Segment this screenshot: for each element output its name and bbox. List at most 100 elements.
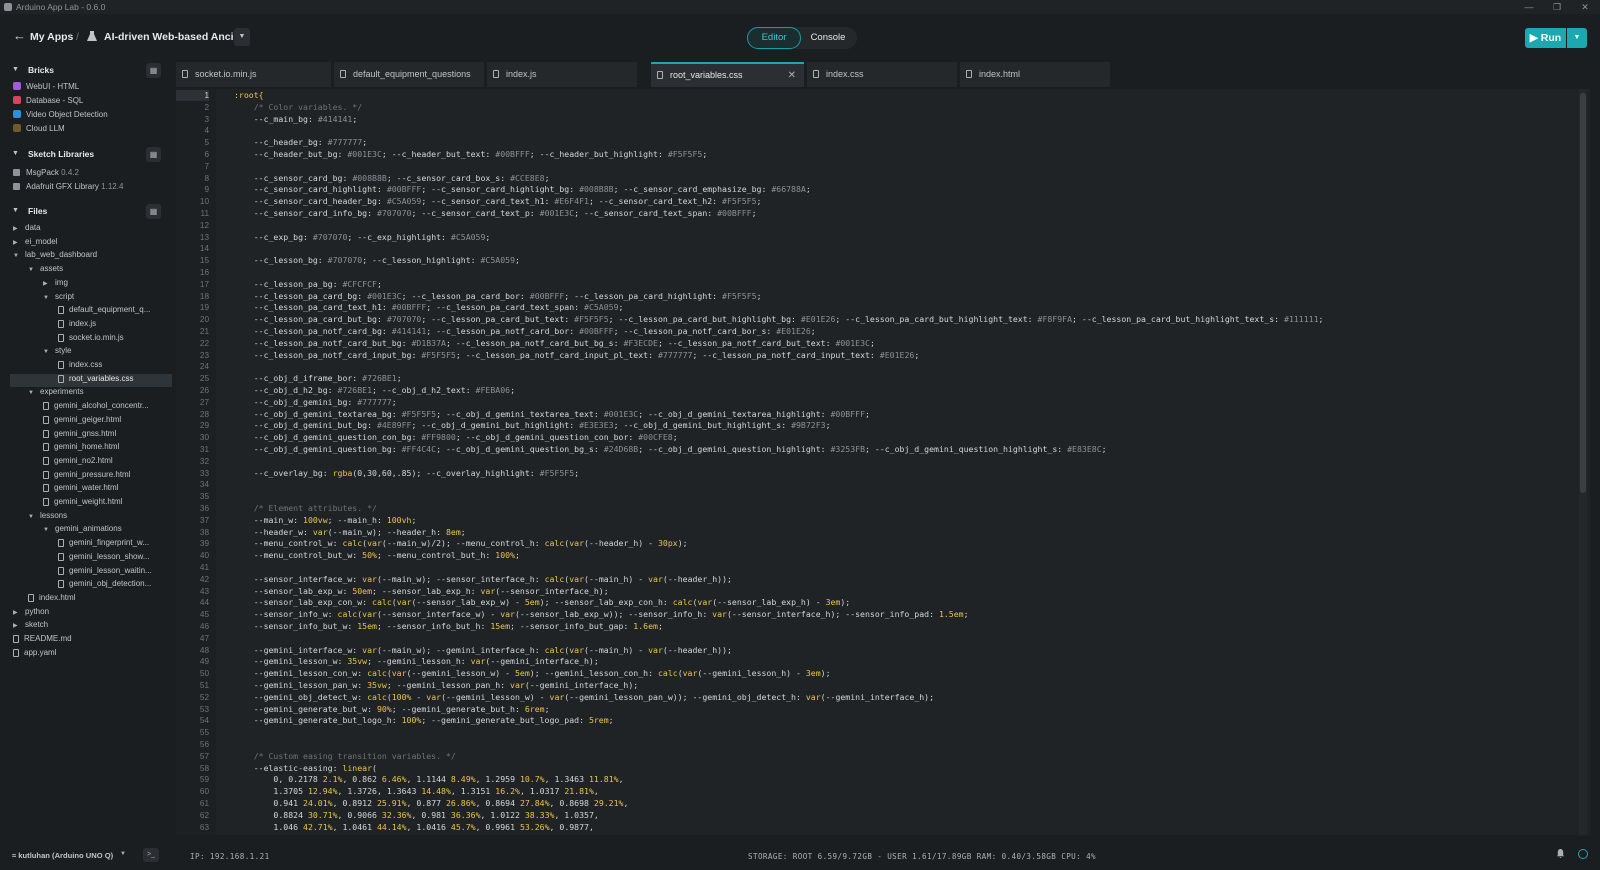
files-section-header[interactable]: ▼ Files ▦ bbox=[0, 204, 172, 221]
file-tree-folder[interactable]: ▼ experiments bbox=[28, 387, 84, 400]
code-line[interactable]: --c_lesson_pa_notf_card_input_bg: #F5F5F… bbox=[234, 350, 920, 362]
code-line[interactable]: --c_lesson_pa_card_but_bg: #707070; --c_… bbox=[234, 314, 1324, 326]
code-line[interactable]: --c_sensor_card_highlight: #00BFFF; --c_… bbox=[234, 184, 811, 196]
file-tree-folder[interactable]: ▼ gemini_animations bbox=[43, 524, 122, 537]
file-tree-file[interactable]: root_variables.css bbox=[10, 373, 172, 387]
libraries-section-header[interactable]: ▼ Sketch Libraries ▦ bbox=[0, 147, 172, 164]
my-apps-link[interactable]: My Apps bbox=[30, 31, 73, 43]
file-tree-file[interactable]: gemini_home.html bbox=[43, 442, 119, 455]
code-line[interactable]: --c_obj_d_h2_bg: #726BE1; --c_obj_d_h2_t… bbox=[234, 385, 515, 397]
code-line[interactable]: --main_w: 100vw; --main_h: 100vh; bbox=[234, 515, 417, 527]
minimize-icon[interactable]: — bbox=[1515, 0, 1543, 14]
code-line[interactable]: --gemini_lesson_pan_w: 35vw; --gemini_le… bbox=[234, 680, 639, 692]
code-line[interactable]: --c_obj_d_gemini_question_bg: #FF4C4C; -… bbox=[234, 444, 1107, 456]
file-tree-file[interactable]: README.md bbox=[13, 634, 72, 647]
file-tree-file[interactable]: gemini_no2.html bbox=[43, 456, 113, 469]
tab-index-js[interactable]: index.js bbox=[487, 62, 637, 87]
code-line[interactable]: --sensor_lab_exp_con_w: calc(var(--senso… bbox=[234, 597, 851, 609]
file-tree-file[interactable]: index.html bbox=[28, 593, 75, 606]
code-line[interactable]: --header_w: var(--main_w); --header_h: 8… bbox=[234, 527, 466, 539]
code-line[interactable]: --gemini_generate_but_w: 90%; --gemini_g… bbox=[234, 704, 550, 716]
code-editor[interactable]: 1 2 3 4 5 6 7 8 9 10 11 12 13 14 15 16 17 18 19 20 21 22 23 24 2… bbox=[176, 89, 1590, 835]
tab-default-equipment[interactable]: default_equipment_questions bbox=[334, 62, 484, 87]
file-tree-file[interactable]: gemini_lesson_waitin... bbox=[58, 566, 152, 579]
tab-index-css[interactable]: index.css bbox=[807, 62, 957, 87]
file-tree-file[interactable]: index.js bbox=[58, 319, 96, 332]
tab-index-html[interactable]: index.html bbox=[960, 62, 1110, 87]
code-line[interactable]: --c_obj_d_gemini_question_con_bg: #FF980… bbox=[234, 432, 678, 444]
code-line[interactable]: --c_exp_bg: #707070; --c_exp_highlight: … bbox=[234, 232, 491, 244]
console-toggle-button[interactable]: Console bbox=[801, 27, 855, 49]
globe-icon[interactable] bbox=[1578, 849, 1588, 859]
bell-icon[interactable] bbox=[1556, 849, 1565, 858]
code-line[interactable]: --gemini_interface_w: var(--main_w); --g… bbox=[234, 645, 732, 657]
file-tree-file[interactable]: gemini_gnss.html bbox=[43, 429, 116, 442]
code-line[interactable]: --sensor_info_w: calc(var(--sensor_inter… bbox=[234, 609, 969, 621]
code-line[interactable]: --c_obj_d_iframe_bor: #726BE1; bbox=[234, 373, 402, 385]
device-dropdown-chevron-icon[interactable]: ▼ bbox=[120, 851, 126, 857]
file-tree-folder[interactable]: ▶ ei_model bbox=[13, 237, 57, 250]
add-library-icon[interactable]: ▦ bbox=[146, 147, 161, 162]
brick-item[interactable]: Cloud LLM bbox=[13, 124, 65, 137]
file-tree-file[interactable]: default_equipment_q... bbox=[58, 305, 150, 318]
tab-socket-io[interactable]: socket.io.min.js bbox=[176, 62, 331, 87]
brick-item[interactable]: Database - SQL bbox=[13, 96, 83, 109]
run-button[interactable]: ▶ Run bbox=[1525, 28, 1566, 48]
code-line[interactable]: --c_sensor_card_header_bg: #C5A059; --c_… bbox=[234, 196, 762, 208]
code-line[interactable]: --gemini_generate_but_logo_h: 100%; --ge… bbox=[234, 715, 614, 727]
back-arrow-icon[interactable]: ← bbox=[13, 28, 26, 43]
code-line[interactable]: --menu_control_w: calc(var(--main_w)/2);… bbox=[234, 538, 688, 550]
tab-close-icon[interactable]: ✕ bbox=[788, 64, 796, 87]
code-line[interactable]: /* Custom easing transition variables. *… bbox=[234, 751, 456, 763]
code-line[interactable]: :root{ bbox=[234, 90, 264, 102]
code-line[interactable]: --menu_control_but_w: 50%; --menu_contro… bbox=[234, 550, 520, 562]
code-line[interactable]: --elastic-easing: linear( bbox=[234, 763, 377, 775]
code-line[interactable]: --c_lesson_bg: #707070; --c_lesson_highl… bbox=[234, 255, 520, 267]
editor-scrollbar-thumb[interactable] bbox=[1580, 93, 1586, 493]
code-line[interactable]: /* Color variables. */ bbox=[234, 102, 362, 114]
code-line[interactable]: --gemini_obj_detect_w: calc(100% - var(-… bbox=[234, 692, 934, 704]
file-tree-file[interactable]: socket.io.min.js bbox=[58, 333, 124, 346]
code-line[interactable]: --c_overlay_bg: rgba(0,30,60,.85); --c_o… bbox=[234, 468, 579, 480]
file-tree-folder[interactable]: ▼ lab_web_dashboard bbox=[13, 250, 97, 263]
file-tree-file[interactable]: gemini_lesson_show... bbox=[58, 552, 150, 565]
code-line[interactable]: --sensor_info_but_w: 15em; --sensor_info… bbox=[234, 621, 663, 633]
file-tree-folder[interactable]: ▼ lessons bbox=[28, 511, 67, 524]
brick-item[interactable]: WebUI - HTML bbox=[13, 82, 79, 95]
code-line[interactable]: --sensor_interface_w: var(--main_w); --s… bbox=[234, 574, 732, 586]
file-tree-folder[interactable]: ▶ data bbox=[13, 223, 41, 236]
bricks-section-header[interactable]: ▼ Bricks ▦ bbox=[0, 63, 172, 80]
file-tree-file[interactable]: gemini_water.html bbox=[43, 483, 118, 496]
project-dropdown-chevron-icon[interactable]: ▼ bbox=[234, 28, 250, 46]
file-tree-file[interactable]: gemini_obj_detection... bbox=[58, 579, 151, 592]
code-line[interactable]: --c_lesson_pa_notf_card_but_bg: #D1B37A;… bbox=[234, 338, 875, 350]
file-tree-folder[interactable]: ▼ style bbox=[43, 346, 71, 359]
file-tree-folder[interactable]: ▶ sketch bbox=[13, 620, 48, 633]
code-line[interactable]: --c_sensor_card_info_bg: #707070; --c_se… bbox=[234, 208, 757, 220]
code-line[interactable]: --gemini_lesson_w: 35vw; --gemini_lesson… bbox=[234, 656, 599, 668]
code-line[interactable]: --c_lesson_pa_card_bg: #001E3C; --c_less… bbox=[234, 291, 762, 303]
file-tree-file[interactable]: gemini_alcohol_concentr... bbox=[43, 401, 149, 414]
run-dropdown-chevron-icon[interactable]: ▼ bbox=[1567, 28, 1587, 48]
code-line[interactable]: --c_header_but_bg: #001E3C; --c_header_b… bbox=[234, 149, 708, 161]
device-selector[interactable]: ≈ kutluhan (Arduino UNO Q) bbox=[12, 851, 113, 860]
new-file-icon[interactable]: ▦ bbox=[146, 204, 161, 219]
tab-root-variables[interactable]: root_variables.css ✕ bbox=[651, 62, 804, 87]
file-tree-folder[interactable]: ▼ assets bbox=[28, 264, 63, 277]
code-line[interactable]: 0.941 24.01%, 0.8912 25.91%, 0.877 26.86… bbox=[234, 798, 628, 810]
file-tree-file[interactable]: gemini_weight.html bbox=[43, 497, 122, 510]
file-tree-folder[interactable]: ▼ script bbox=[43, 292, 74, 305]
code-line[interactable]: --gemini_lesson_con_w: calc(var(--gemini… bbox=[234, 668, 831, 680]
code-line[interactable]: /* Element attributes. */ bbox=[234, 503, 377, 515]
code-line[interactable]: --c_lesson_pa_notf_card_bg: #414141; --c… bbox=[234, 326, 816, 338]
code-line[interactable]: --c_obj_d_gemini_textarea_bg: #F5F5F5; -… bbox=[234, 409, 870, 421]
file-tree-file[interactable]: app.yaml bbox=[13, 648, 56, 661]
code-line[interactable]: --c_header_bg: #777777; bbox=[234, 137, 367, 149]
editor-toggle-button[interactable]: Editor bbox=[747, 27, 801, 49]
code-line[interactable]: 0, 0.2178 2.1%, 0.862 6.46%, 1.1144 8.49… bbox=[234, 774, 623, 786]
code-line[interactable]: 1.3705 12.94%, 1.3726, 1.3643 14.48%, 1.… bbox=[234, 786, 598, 798]
code-line[interactable]: --c_lesson_pa_bg: #CFCFCF; bbox=[234, 279, 382, 291]
code-line[interactable]: --c_lesson_pa_card_text_h1: #00BFFF; --c… bbox=[234, 302, 624, 314]
file-tree-file[interactable]: gemini_geiger.html bbox=[43, 415, 121, 428]
file-tree-file[interactable]: gemini_pressure.html bbox=[43, 470, 130, 483]
